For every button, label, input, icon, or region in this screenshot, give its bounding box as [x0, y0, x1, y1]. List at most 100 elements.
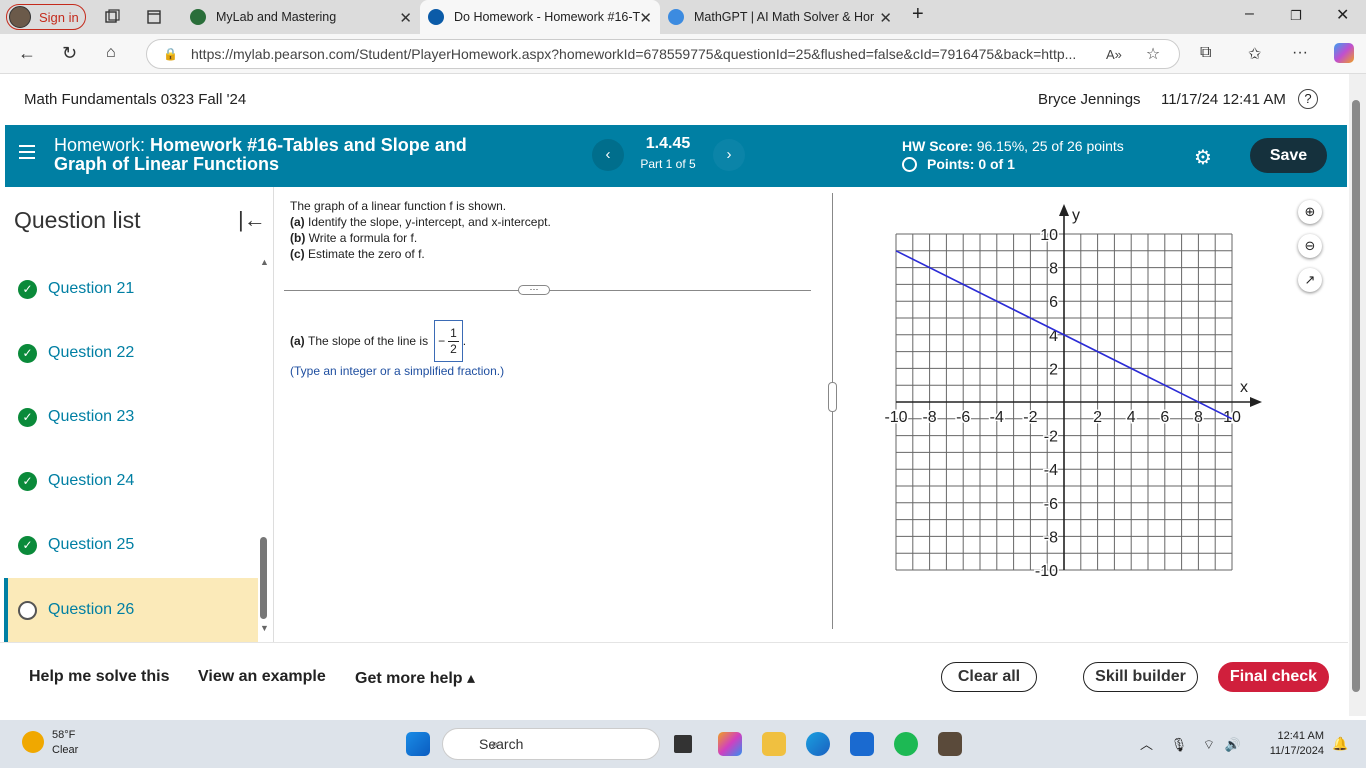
- close-window-button[interactable]: ✕: [1336, 5, 1349, 25]
- favorites-icon[interactable]: ✩: [1248, 44, 1261, 64]
- zoom-in-icon[interactable]: ⊕: [1298, 200, 1322, 224]
- homework-title: Homework: Homework #16-Tables and Slope …: [54, 136, 474, 174]
- scroll-down-icon[interactable]: ▼: [260, 623, 269, 633]
- zoom-out-icon[interactable]: ⊖: [1298, 234, 1322, 258]
- minimize-button[interactable]: –: [1245, 5, 1254, 23]
- question-label: Question 23: [48, 408, 135, 425]
- pearson-favicon: [428, 9, 444, 25]
- resize-handle[interactable]: [828, 382, 837, 412]
- open-external-icon[interactable]: ↗: [1298, 268, 1322, 292]
- get-more-help-link[interactable]: Get more help ▴: [355, 668, 475, 688]
- x-tick-label: 2: [1093, 409, 1102, 426]
- new-tab-button[interactable]: +: [912, 3, 924, 26]
- save-button[interactable]: Save: [1250, 138, 1327, 173]
- home-icon[interactable]: ⌂: [106, 44, 116, 62]
- clear-all-button[interactable]: Clear all: [941, 662, 1037, 692]
- y-tick-label: 10: [1040, 227, 1058, 244]
- question-label: Question 24: [48, 472, 135, 489]
- question-item-22[interactable]: ✓ Question 22: [4, 321, 258, 385]
- question-list-scrollbar[interactable]: [260, 537, 267, 619]
- notification-bell-icon[interactable]: 🔔: [1332, 736, 1348, 752]
- answer-prompt: The slope of the line is: [308, 334, 429, 348]
- restore-button[interactable]: ❐: [1290, 8, 1302, 24]
- expand-handle[interactable]: ···: [518, 285, 550, 295]
- course-title: Math Fundamentals 0323 Fall '24: [24, 91, 247, 108]
- slope-answer-input[interactable]: − 1 2: [434, 320, 463, 362]
- chevron-up-icon[interactable]: ︿: [1140, 737, 1153, 752]
- more-menu-icon[interactable]: ···: [1292, 44, 1308, 62]
- view-example-link[interactable]: View an example: [198, 668, 326, 686]
- y-tick-label: -6: [1044, 496, 1058, 513]
- hw-score-label: HW Score:: [902, 138, 973, 154]
- question-item-21[interactable]: ✓ Question 21: [4, 257, 258, 321]
- back-icon[interactable]: ←: [18, 43, 36, 64]
- spotify-icon[interactable]: [894, 732, 918, 756]
- workspaces-icon[interactable]: [104, 9, 120, 25]
- copilot-icon[interactable]: [1334, 43, 1354, 63]
- url-field[interactable]: 🔒 https://mylab.pearson.com/Student/Play…: [146, 39, 1180, 69]
- app-rl-icon[interactable]: [938, 732, 962, 756]
- settings-gear-icon[interactable]: ⚙: [1194, 145, 1212, 170]
- favorite-star-icon[interactable]: ☆: [1146, 44, 1160, 64]
- final-check-button[interactable]: Final check: [1218, 662, 1329, 692]
- task-view-icon[interactable]: [674, 735, 692, 753]
- read-aloud-icon[interactable]: A»: [1106, 47, 1122, 62]
- close-icon[interactable]: ✕: [399, 9, 412, 27]
- tab-actions-icon[interactable]: [146, 9, 162, 25]
- tab-title: MathGPT | AI Math Solver & Hom: [694, 10, 874, 24]
- sign-in-button[interactable]: Sign in: [6, 4, 86, 30]
- x-axis-label: x: [1240, 379, 1248, 396]
- answer-tag: (a): [290, 334, 305, 348]
- points-status-icon: [902, 156, 917, 172]
- microphone-icon[interactable]: 🎙: [1171, 737, 1188, 752]
- copilot-app-icon[interactable]: [718, 732, 742, 756]
- edge-browser-icon[interactable]: [806, 732, 830, 756]
- tab-title: MyLab and Mastering: [216, 10, 337, 24]
- scroll-up-icon[interactable]: ▲: [260, 257, 269, 267]
- lock-icon: 🔒: [163, 47, 178, 61]
- footer-bar: Help me solve this View an example Get m…: [0, 642, 1348, 716]
- close-icon[interactable]: ✕: [639, 9, 652, 27]
- complete-check-icon: ✓: [18, 471, 37, 491]
- help-icon[interactable]: ?: [1298, 89, 1318, 109]
- clock[interactable]: 12:41 AM 11/17/2024: [1254, 729, 1324, 759]
- page-scrollbar[interactable]: [1349, 74, 1366, 716]
- system-tray: ︿ 🎙 ⌔ 🔊: [1140, 734, 1241, 753]
- moon-icon: [22, 731, 44, 753]
- y-tick-label: -4: [1044, 462, 1058, 479]
- homework-bar: Homework: Homework #16-Tables and Slope …: [5, 125, 1347, 187]
- tab-mathgpt[interactable]: MathGPT | AI Math Solver & Hom ✕: [660, 0, 900, 34]
- question-item-25[interactable]: ✓ Question 25: [4, 513, 258, 577]
- profile-avatar: [9, 6, 31, 28]
- skill-builder-button[interactable]: Skill builder: [1083, 662, 1198, 692]
- extensions-icon[interactable]: ⧉: [1200, 44, 1211, 62]
- store-icon[interactable]: [850, 732, 874, 756]
- clock-time: 12:41 AM: [1277, 730, 1324, 742]
- collapse-panel-icon[interactable]: |←: [238, 207, 266, 233]
- file-explorer-icon[interactable]: [762, 732, 786, 756]
- volume-icon[interactable]: 🔊: [1225, 737, 1241, 752]
- next-question-button[interactable]: ›: [713, 139, 745, 171]
- x-tick-label: 10: [1223, 409, 1241, 426]
- tab-do-homework[interactable]: Do Homework - Homework #16-T ✕: [420, 0, 660, 34]
- wifi-icon[interactable]: ⌔: [1203, 737, 1215, 752]
- y-tick-label: -10: [1035, 563, 1058, 580]
- points-text: Points: 0 of 1: [927, 156, 1015, 172]
- weather-widget[interactable]: 58°F Clear: [22, 728, 78, 758]
- answer-line: (a) The slope of the line is − 1 2 .: [290, 320, 466, 362]
- question-item-26[interactable]: Question 26: [4, 578, 258, 642]
- answer-period: .: [462, 334, 467, 348]
- question-item-24[interactable]: ✓ Question 24: [4, 449, 258, 513]
- start-windows-icon[interactable]: [406, 732, 430, 756]
- close-icon[interactable]: ✕: [879, 9, 892, 27]
- scroll-thumb[interactable]: [1352, 100, 1360, 692]
- question-part-a: (a) Identify the slope, y-intercept, and…: [290, 215, 551, 229]
- question-label: Question 26: [48, 601, 135, 618]
- help-me-solve-link[interactable]: Help me solve this: [29, 668, 170, 686]
- menu-icon[interactable]: [19, 145, 35, 163]
- refresh-icon[interactable]: ↻: [62, 43, 77, 64]
- question-item-23[interactable]: ✓ Question 23: [4, 385, 258, 449]
- x-tick-label: -6: [956, 409, 970, 426]
- taskbar-search[interactable]: ⌕ Search: [442, 728, 660, 760]
- tab-mylab[interactable]: MyLab and Mastering ✕: [180, 0, 420, 34]
